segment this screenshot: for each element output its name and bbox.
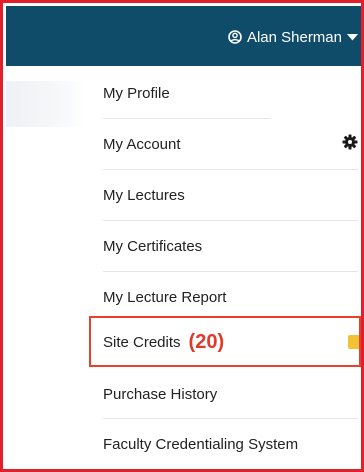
- menu-item-my-certificates[interactable]: My Certificates: [91, 221, 361, 271]
- caret-down-icon: [347, 33, 358, 41]
- menu-item-label: Faculty Credentialing System: [103, 435, 299, 453]
- sticky-note-icon: [348, 335, 360, 349]
- user-dropdown-menu: My Profile My Account My Lectures My Cer…: [91, 66, 361, 469]
- menu-item-my-lectures[interactable]: My Lectures: [91, 170, 361, 220]
- screenshot-frame: Alan Sherman My Profile My Account My Le…: [0, 0, 364, 472]
- menu-item-label: My Lecture Report: [103, 288, 227, 306]
- credits-count-badge: (20): [188, 330, 225, 353]
- menu-item-my-account[interactable]: My Account: [91, 119, 361, 169]
- user-circle-icon: [228, 30, 242, 44]
- menu-item-my-lecture-report[interactable]: My Lecture Report: [91, 272, 361, 322]
- background-content: [6, 81, 84, 127]
- menu-item-label: My Certificates: [103, 237, 203, 255]
- gear-icon: [342, 134, 358, 154]
- menu-item-label: My Account: [103, 135, 181, 153]
- menu-item-label: My Profile: [103, 84, 170, 102]
- menu-item-label: Site Credits: [103, 333, 181, 351]
- menu-item-purchase-history[interactable]: Purchase History: [91, 369, 361, 419]
- menu-item-label: My Lectures: [103, 186, 185, 204]
- menu-item-faculty-credentialing-system[interactable]: Faculty Credentialing System: [91, 419, 361, 469]
- menu-item-label: Purchase History: [103, 385, 218, 403]
- user-menu-toggle[interactable]: Alan Sherman: [228, 26, 358, 48]
- top-navbar: Alan Sherman: [6, 6, 361, 66]
- menu-item-site-credits[interactable]: Site Credits (20): [91, 317, 361, 367]
- menu-item-my-profile[interactable]: My Profile: [91, 68, 361, 118]
- user-name: Alan Sherman: [246, 28, 342, 46]
